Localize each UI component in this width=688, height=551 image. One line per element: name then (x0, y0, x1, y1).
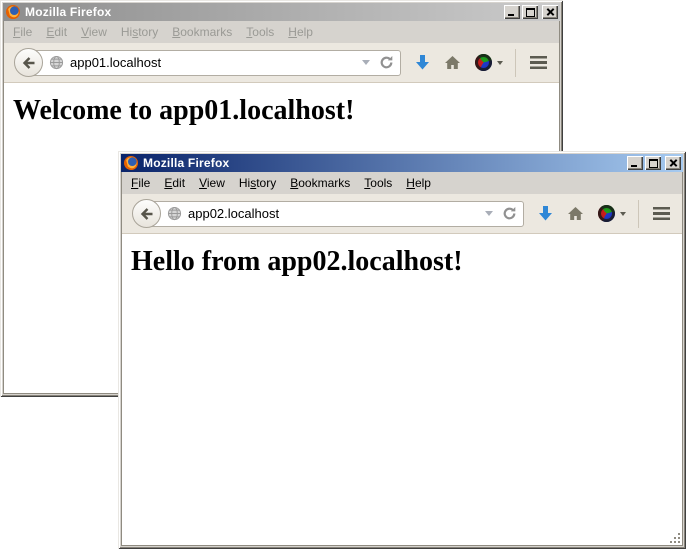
titlebar[interactable]: Mozilla Firefox (121, 154, 683, 172)
minimize-icon (631, 165, 637, 167)
home-icon (444, 55, 461, 70)
menu-item-tools[interactable]: Tools (357, 173, 399, 193)
home-button[interactable] (567, 199, 584, 229)
urlbar-dropdown-icon[interactable] (485, 211, 493, 216)
site-identity-icon[interactable] (49, 55, 64, 70)
chevron-down-icon (497, 61, 503, 65)
page-content: Hello from app02.localhost! (122, 234, 682, 545)
menu-item-edit[interactable]: Edit (39, 22, 74, 42)
close-icon (669, 159, 678, 168)
menu-item-file[interactable]: File (6, 22, 39, 42)
minimize-button[interactable] (627, 156, 643, 170)
close-button[interactable] (665, 156, 681, 170)
download-icon (415, 54, 430, 71)
home-icon (567, 206, 584, 221)
navigation-toolbar: app02.localhost (122, 194, 682, 234)
menu-item-history[interactable]: History (114, 22, 165, 42)
menu-bar: FileEditViewHistoryBookmarksToolsHelp (122, 172, 682, 194)
titlebar[interactable]: Mozilla Firefox (3, 3, 560, 21)
menu-item-view[interactable]: View (192, 173, 232, 193)
window-title: Mozilla Firefox (21, 5, 502, 19)
resize-grip[interactable] (669, 532, 682, 545)
download-icon (538, 205, 553, 222)
minimize-button[interactable] (504, 5, 520, 19)
close-icon (546, 8, 555, 17)
navigation-toolbar: app01.localhost (4, 43, 559, 83)
minimize-icon (508, 14, 514, 16)
hamburger-icon (530, 56, 547, 69)
maximize-button[interactable] (645, 156, 661, 170)
menu-item-edit[interactable]: Edit (157, 173, 192, 193)
page-heading: Welcome to app01.localhost! (13, 95, 551, 127)
home-button[interactable] (444, 48, 461, 78)
browser-window-app02: Mozilla Firefox FileEditViewHistoryBookm… (118, 151, 686, 549)
addon-icon (598, 205, 615, 222)
menu-item-tools[interactable]: Tools (239, 22, 281, 42)
reload-button[interactable] (502, 206, 517, 221)
menu-item-history[interactable]: History (232, 173, 283, 193)
addon-button[interactable] (475, 48, 503, 78)
firefox-icon[interactable] (123, 155, 139, 171)
window-title: Mozilla Firefox (139, 156, 625, 170)
urlbar[interactable]: app01.localhost (28, 50, 401, 76)
download-button[interactable] (415, 48, 430, 78)
reload-icon (379, 55, 394, 70)
maximize-icon (649, 159, 658, 168)
site-identity-icon[interactable] (167, 206, 182, 221)
reload-button[interactable] (379, 55, 394, 70)
download-button[interactable] (538, 199, 553, 229)
back-button[interactable] (132, 199, 161, 228)
hamburger-icon (653, 207, 670, 220)
toolbar-separator (638, 200, 639, 228)
chevron-down-icon (620, 212, 626, 216)
maximize-button[interactable] (522, 5, 538, 19)
urlbar-value: app02.localhost (188, 206, 279, 221)
urlbar[interactable]: app02.localhost (146, 201, 524, 227)
urlbar-dropdown-icon[interactable] (362, 60, 370, 65)
urlbar-value: app01.localhost (70, 55, 161, 70)
close-button[interactable] (542, 5, 558, 19)
back-arrow-icon (139, 206, 155, 222)
app-menu-button[interactable] (530, 48, 547, 78)
menu-bar: FileEditViewHistoryBookmarksToolsHelp (4, 21, 559, 43)
reload-icon (502, 206, 517, 221)
toolbar-separator (515, 49, 516, 77)
firefox-icon[interactable] (5, 4, 21, 20)
menu-item-file[interactable]: File (124, 173, 157, 193)
maximize-icon (526, 8, 535, 17)
page-heading: Hello from app02.localhost! (131, 246, 674, 278)
menu-item-help[interactable]: Help (399, 173, 438, 193)
menu-item-help[interactable]: Help (281, 22, 320, 42)
menu-item-bookmarks[interactable]: Bookmarks (165, 22, 239, 42)
app-menu-button[interactable] (653, 199, 670, 229)
addon-icon (475, 54, 492, 71)
menu-item-bookmarks[interactable]: Bookmarks (283, 173, 357, 193)
menu-item-view[interactable]: View (74, 22, 114, 42)
back-arrow-icon (21, 55, 37, 71)
back-button[interactable] (14, 48, 43, 77)
addon-button[interactable] (598, 199, 626, 229)
